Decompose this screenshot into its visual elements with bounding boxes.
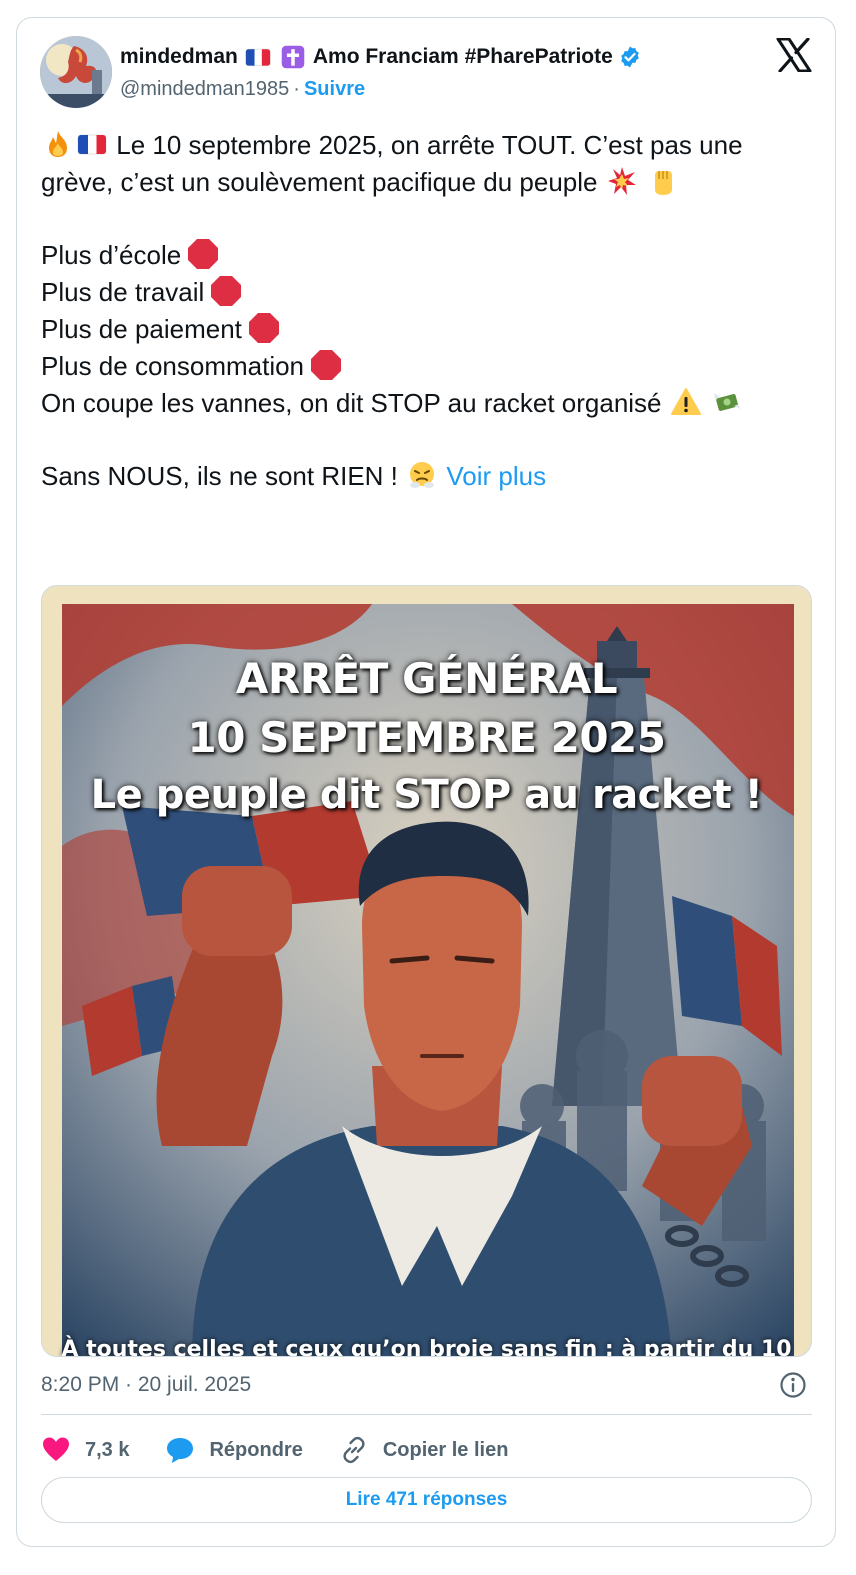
handle-separator: · [293, 78, 300, 100]
stop-sign-emoji [248, 312, 279, 343]
tweet-card: mindedman Amo Franciam #PharePatriote @m… [16, 17, 836, 1547]
poster-title-line-3: Le peuple dit STOP au racket ! [90, 772, 763, 818]
reply-label: Répondre [209, 1438, 303, 1461]
author-display-name[interactable]: mindedman [120, 45, 238, 69]
link-icon [343, 1436, 365, 1464]
heart-icon [43, 1437, 69, 1461]
warning-emoji [670, 387, 701, 415]
reply-bubble-icon [167, 1438, 194, 1463]
tweet-line-stop-text: On coupe les vannes, on dit STOP au rack… [41, 387, 662, 418]
tweet-item: Plus d’école [41, 237, 801, 274]
raised-fist-emoji [654, 170, 672, 195]
money-wings-emoji [714, 392, 740, 411]
tweet-item: Plus de paiement [41, 311, 801, 348]
tweet-line-last-text: Sans NOUS, ils ne sont RIEN ! [41, 461, 398, 492]
tweet-item: Plus de travail [41, 274, 801, 311]
france-flag-emoji [245, 48, 271, 67]
tweet-text: Le 10 septembre 2025, on arrête TOUT. C’… [41, 127, 801, 495]
like-count: 7,3 k [85, 1438, 130, 1461]
author-display-suffix[interactable]: Amo Franciam #PharePatriote [313, 45, 613, 69]
tweet-line-stop: On coupe les vannes, on dit STOP au rack… [41, 385, 801, 422]
poster-title-line-2: 10 SEPTEMBRE 2025 [187, 713, 667, 762]
tweet-timestamp[interactable]: 8:20 PM · 20 juil. 2025 [41, 1373, 251, 1397]
author-handle[interactable]: @mindedman1985 [120, 78, 289, 101]
tweet-item: Plus de consommation [41, 348, 801, 385]
tweet-item-text: Plus de paiement [41, 313, 242, 344]
verified-badge-icon [620, 46, 639, 68]
reply-button[interactable]: Répondre [165, 1435, 303, 1465]
tweet-image[interactable]: ARRÊT GÉNÉRAL 10 SEPTEMBRE 2025 Le peupl… [41, 585, 812, 1357]
collision-emoji [607, 166, 636, 195]
like-button[interactable]: 7,3 k [41, 1435, 129, 1465]
copy-link-label: Copier le lien [382, 1438, 509, 1461]
tweet-item-text: Plus de consommation [41, 350, 305, 381]
tweet-line-1: Le 10 septembre 2025, on arrête TOUT. C’… [41, 127, 801, 201]
read-replies-button[interactable]: Lire 471 réponses [41, 1477, 812, 1523]
author-handle-row: @mindedman1985 · Suivre [120, 78, 365, 101]
x-logo-icon[interactable] [776, 38, 812, 72]
show-more-link[interactable]: Voir plus [446, 461, 546, 491]
author-name-row[interactable]: mindedman Amo Franciam #PharePatriote [120, 44, 642, 70]
tweet-item-text: Plus d’école [41, 240, 182, 271]
france-flag-emoji [77, 134, 107, 155]
cross-emoji [281, 45, 305, 69]
copy-link-button[interactable]: Copier le lien [339, 1435, 509, 1465]
info-icon[interactable] [779, 1371, 807, 1399]
tweet-line-last: Sans NOUS, ils ne sont RIEN ! Voir plus [41, 458, 801, 495]
action-bar: 7,3 k Répondre Copier le lien [41, 1430, 544, 1470]
poster-bottom-caption: À toutes celles et ceux qu’on broie sans… [61, 1337, 792, 1357]
avatar[interactable] [40, 36, 112, 108]
tweet-item-text: Plus de travail [41, 277, 205, 308]
follow-button[interactable]: Suivre [304, 78, 365, 101]
tweet-line-1-text: Le 10 septembre 2025, on arrête TOUT. C’… [41, 130, 743, 197]
stop-sign-emoji [188, 239, 219, 270]
poster-title-line-1: ARRÊT GÉNÉRAL [235, 654, 618, 703]
stop-sign-emoji [211, 276, 242, 307]
divider [41, 1414, 812, 1415]
stop-sign-emoji [311, 349, 342, 380]
fire-emoji [49, 131, 67, 157]
steam-nose-emoji [410, 462, 435, 489]
